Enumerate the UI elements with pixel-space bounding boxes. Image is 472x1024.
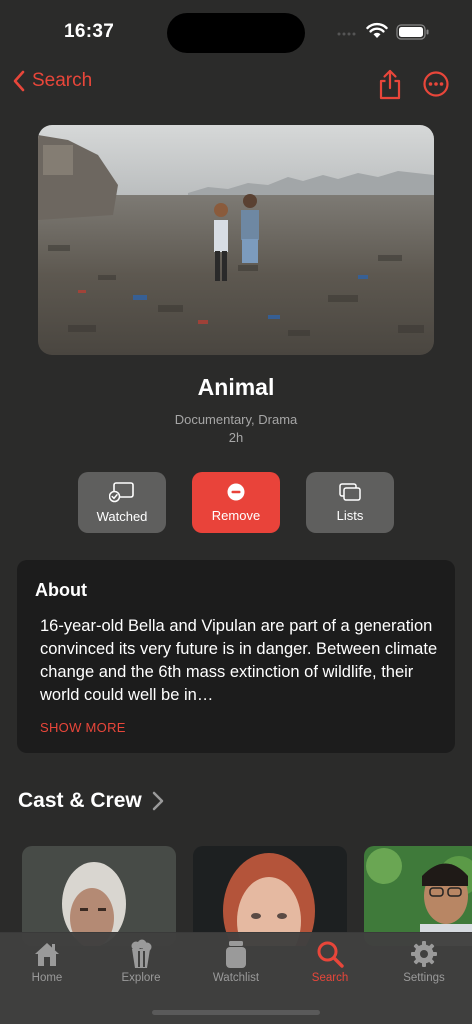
tab-explore-label: Explore [121, 972, 161, 984]
cast-member-photo[interactable] [193, 846, 347, 946]
cast-crew-title: Cast & Crew [18, 789, 142, 812]
cellular-signal-icon [337, 32, 356, 36]
show-more-link[interactable]: SHOW MORE [40, 720, 126, 735]
movie-runtime: 2h [228, 430, 244, 445]
about-card: About 16-year-old Bella and Vipulan are … [17, 560, 455, 753]
movie-backdrop-image [38, 125, 434, 355]
dynamic-island [167, 13, 305, 53]
battery-icon [396, 24, 429, 40]
tab-search[interactable]: Search [290, 939, 370, 984]
tab-explore[interactable]: Explore [101, 939, 181, 984]
home-indicator[interactable] [152, 1010, 320, 1015]
tab-watchlist[interactable]: Watchlist [196, 939, 276, 984]
cast-crew-header[interactable]: Cast & Crew [18, 789, 164, 813]
remove-label: Remove [211, 508, 261, 523]
wifi-icon [366, 22, 388, 38]
tab-home[interactable]: Home [7, 939, 87, 984]
gear-icon [411, 941, 437, 967]
about-description: 16-year-old Bella and Vipulan are part o… [40, 617, 438, 704]
search-icon [317, 941, 344, 968]
more-options-icon[interactable] [422, 70, 450, 98]
tab-settings[interactable]: Settings [384, 939, 464, 984]
lists-icon [339, 483, 361, 501]
popcorn-icon [131, 939, 152, 968]
status-time: 16:37 [64, 21, 115, 42]
tab-settings-label: Settings [403, 972, 445, 984]
watched-button[interactable]: Watched [78, 472, 166, 533]
cast-member-photo[interactable] [364, 846, 472, 946]
tab-home-label: Home [31, 972, 63, 984]
remove-button[interactable]: Remove [192, 472, 280, 533]
status-bar: 16:37 [0, 0, 472, 60]
about-title: About [35, 580, 87, 600]
lists-button[interactable]: Lists [306, 472, 394, 533]
movie-title: Animal [197, 374, 275, 400]
movie-genres: Documentary, Drama [174, 412, 298, 427]
chevron-right-icon [152, 791, 163, 811]
chevron-left-icon [13, 70, 25, 92]
tab-search-label: Search [311, 972, 349, 984]
back-label: Search [32, 70, 93, 91]
house-icon [35, 943, 59, 966]
back-button[interactable]: Search [12, 70, 92, 92]
tab-watchlist-label: Watchlist [212, 972, 260, 984]
share-icon[interactable] [377, 68, 403, 100]
watched-label: Watched [96, 509, 148, 524]
watched-icon [109, 482, 134, 503]
lists-label: Lists [336, 508, 364, 523]
cast-member-photo[interactable] [22, 846, 176, 946]
jar-icon [226, 941, 246, 968]
navigation-bar: Search [0, 62, 472, 106]
minus-circle-icon [227, 483, 245, 501]
